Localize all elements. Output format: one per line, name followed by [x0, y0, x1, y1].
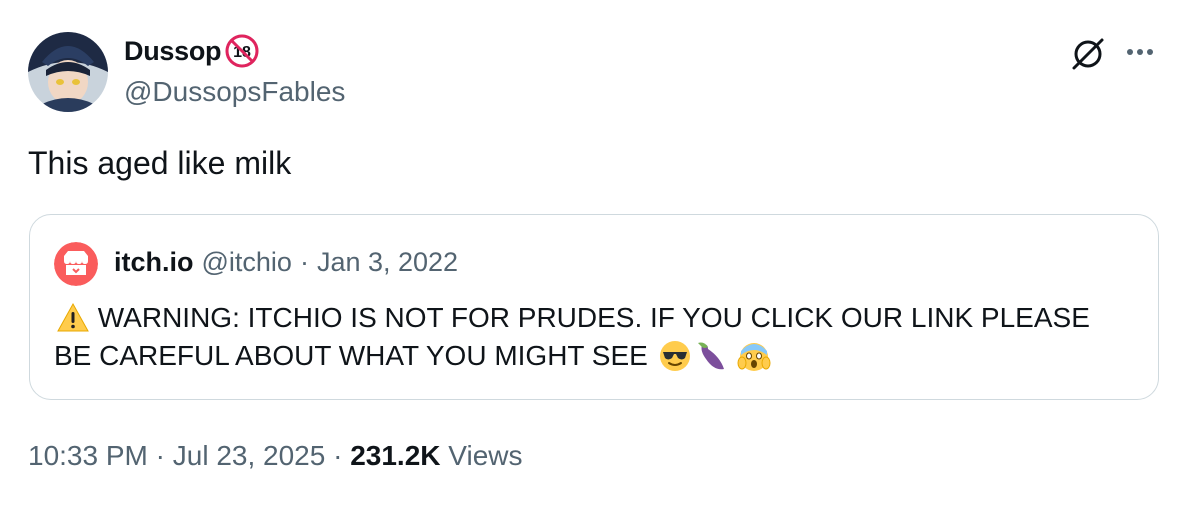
quoted-header: itch.io @itchio · Jan 3, 2022 — [114, 247, 458, 278]
author-handle[interactable]: @DussopsFables — [124, 76, 345, 108]
author-avatar[interactable] — [28, 32, 108, 112]
warning-emoji-icon — [56, 301, 90, 335]
itchio-avatar — [54, 242, 98, 286]
no-under-18-icon: 18 — [225, 34, 259, 68]
quoted-date[interactable]: Jan 3, 2022 — [317, 247, 458, 278]
quoted-tweet[interactable]: itch.io @itchio · Jan 3, 2022 WARNING: I… — [29, 214, 1159, 400]
author-name-row: Dussop 18 — [124, 34, 259, 68]
sunglasses-face-emoji-icon — [658, 339, 692, 373]
quoted-separator: · — [299, 247, 309, 277]
quoted-text: WARNING: ITCHIO IS NOT FOR PRUDES. IF YO… — [54, 302, 1090, 371]
quoted-author-name[interactable]: itch.io — [114, 247, 194, 278]
more-options-icon[interactable] — [1120, 38, 1160, 68]
author-display-name[interactable]: Dussop — [124, 36, 222, 67]
grok-icon[interactable] — [1068, 34, 1108, 74]
tweet-text: This aged like milk — [28, 145, 292, 181]
tweet-time[interactable]: 10:33 PM — [28, 440, 148, 471]
quoted-text-block: WARNING: ITCHIO IS NOT FOR PRUDES. IF YO… — [54, 299, 1134, 375]
quoted-author-handle[interactable]: @itchio — [202, 247, 292, 278]
tweet-card: Dussop 18 @DussopsFables This aged like … — [0, 0, 1180, 506]
tweet-date[interactable]: Jul 23, 2025 — [173, 440, 326, 471]
tweet-meta-footer: 10:33 PM · Jul 23, 2025 · 231.2K Views — [28, 440, 522, 472]
footer-separator-1: · — [155, 440, 165, 471]
views-label: Views — [448, 440, 523, 471]
footer-separator-2: · — [333, 440, 343, 471]
eggplant-emoji-icon — [694, 339, 728, 373]
views-count: 231.2K — [350, 440, 441, 471]
screaming-face-emoji-icon — [737, 339, 771, 373]
